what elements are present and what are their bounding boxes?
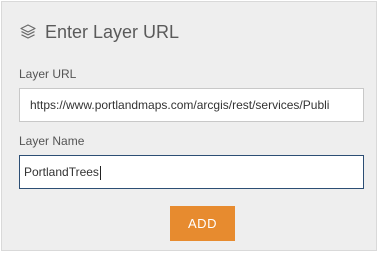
layer-name-label: Layer Name [19, 134, 85, 148]
layers-icon [19, 23, 37, 41]
text-caret [99, 165, 101, 180]
add-button[interactable]: ADD [170, 206, 235, 241]
layer-name-input[interactable]: PortlandTrees [19, 155, 364, 189]
layer-url-input[interactable]: https://www.portlandmaps.com/arcgis/rest… [19, 88, 364, 122]
layer-name-value: PortlandTrees [24, 165, 99, 179]
panel-title: Enter Layer URL [45, 22, 180, 42]
panel-header: Enter Layer URL [19, 20, 179, 44]
enter-layer-url-panel: Enter Layer URL Layer URL https://www.po… [1, 1, 377, 251]
layer-url-label: Layer URL [19, 67, 77, 81]
